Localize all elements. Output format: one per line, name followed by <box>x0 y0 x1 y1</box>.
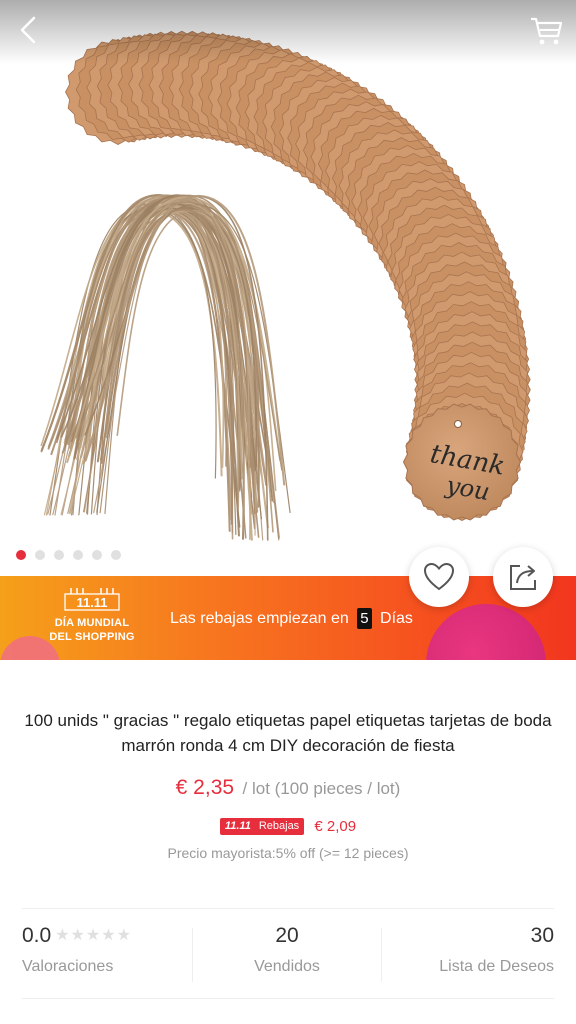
cart-icon <box>531 17 563 45</box>
product-title: 100 unids " gracias " regalo etiquetas p… <box>24 711 552 755</box>
promo-badge-logo: 11.11 <box>224 820 251 833</box>
sold-value: 20 <box>275 924 299 947</box>
share-icon <box>510 565 536 590</box>
product-stats: 0.0 ★★★★★ Valoraciones 20 Vendidos 30 Lis… <box>0 924 576 988</box>
price-unit: / lot (100 pieces / lot) <box>242 779 401 798</box>
countdown-text-before: Las rebajas empiezan en <box>170 610 349 627</box>
logo-mark-icon: 11.11 <box>64 588 120 611</box>
sold-label: Vendidos <box>254 958 320 975</box>
tag-hole <box>454 420 462 428</box>
product-price: € 2,35 <box>175 776 235 799</box>
logo-line-1: DÍA MUNDIAL <box>54 617 130 629</box>
gallery-dot[interactable] <box>92 550 102 560</box>
chevron-left-icon <box>20 16 36 44</box>
shopping-day-logo: 11.11 DÍA MUNDIAL DEL SHOPPING <box>42 586 142 644</box>
product-image-gallery[interactable]: thank you <box>0 0 576 576</box>
rating-stars: ★★★★★ <box>55 927 132 944</box>
gallery-dot[interactable] <box>111 550 121 560</box>
wishlist-stat: 30 Lista de Deseos <box>382 924 554 988</box>
gallery-dot[interactable] <box>16 550 26 560</box>
rating-label: Valoraciones <box>22 958 114 975</box>
promo-badge-label: Rebajas <box>258 820 300 833</box>
logo-line-2: DEL SHOPPING <box>49 631 135 643</box>
back-button[interactable] <box>8 10 48 50</box>
divider <box>22 998 554 999</box>
gallery-dot[interactable] <box>73 550 83 560</box>
wishlist-count: 30 <box>530 924 554 947</box>
wishlist-label: Lista de Deseos <box>439 958 554 975</box>
banner-decoration <box>426 604 546 660</box>
rating-stat[interactable]: 0.0 ★★★★★ Valoraciones <box>22 924 192 988</box>
countdown-days: 5 <box>357 608 372 629</box>
gallery-pagination <box>16 550 121 560</box>
product-image: thank you <box>40 30 531 541</box>
rating-value: 0.0 <box>22 924 52 947</box>
price-row: € 2,35 / lot (100 pieces / lot) <box>0 776 576 800</box>
gallery-dot[interactable] <box>54 550 64 560</box>
share-button[interactable] <box>493 547 553 607</box>
promo-badge: 11.11 Rebajas <box>219 817 305 835</box>
promo-banner[interactable]: 11.11 DÍA MUNDIAL DEL SHOPPING Las rebaj… <box>0 576 576 660</box>
logo-text: 11.11 <box>76 595 107 610</box>
wholesale-price: Precio mayorista:5% off (>= 12 pieces) <box>167 845 409 861</box>
promo-price-row: 11.11 Rebajas € 2,09 <box>0 817 576 835</box>
heart-icon <box>423 562 455 591</box>
sold-stat: 20 Vendidos <box>192 924 382 988</box>
divider <box>22 908 554 909</box>
promo-price: € 2,09 <box>314 817 357 835</box>
top-navigation-bar <box>0 0 576 64</box>
countdown-text-after: Días <box>380 610 413 627</box>
gallery-dot[interactable] <box>35 550 45 560</box>
wishlist-button[interactable] <box>409 547 469 607</box>
cart-button[interactable] <box>526 10 566 50</box>
sale-countdown: Las rebajas empiezan en 5 Días <box>170 608 413 629</box>
